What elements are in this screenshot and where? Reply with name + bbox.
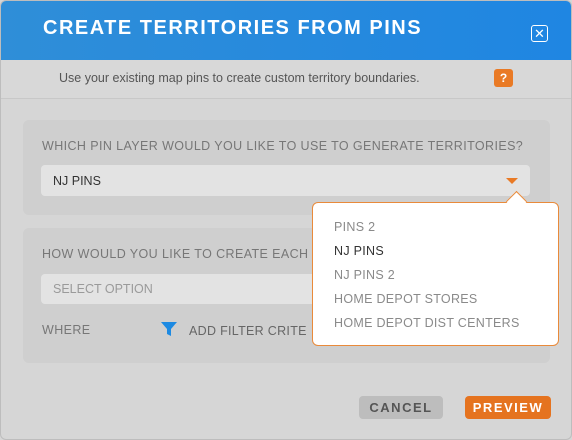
creation-method-placeholder: SELECT OPTION [53,282,153,296]
dropdown-option[interactable]: HOME DEPOT STORES [334,292,478,306]
create-territories-modal: CREATE TERRITORIES FROM PINS ✕ Use your … [0,0,572,440]
pin-layer-select[interactable]: NJ PINS [41,165,530,196]
pin-layer-section: WHICH PIN LAYER WOULD YOU LIKE TO USE TO… [23,120,550,215]
subheader-text: Use your existing map pins to create cus… [59,71,420,85]
dropdown-option[interactable]: NJ PINS 2 [334,268,395,282]
pin-layer-dropdown: PINS 2 NJ PINS NJ PINS 2 HOME DEPOT STOR… [312,190,559,346]
creation-method-label: HOW WOULD YOU LIKE TO CREATE EACH [42,247,309,261]
dropdown-option[interactable]: HOME DEPOT DIST CENTERS [334,316,520,330]
close-icon[interactable]: ✕ [531,25,548,42]
pin-layer-value: NJ PINS [53,174,101,188]
preview-button[interactable]: PREVIEW [465,396,551,419]
modal-header: CREATE TERRITORIES FROM PINS ✕ [1,1,571,60]
modal-title: CREATE TERRITORIES FROM PINS [43,17,423,39]
caret-down-icon [506,178,518,184]
where-label: WHERE [42,323,91,337]
filter-icon[interactable] [160,320,178,338]
help-icon[interactable]: ? [494,69,513,87]
dropdown-option[interactable]: PINS 2 [334,220,375,234]
dropdown-option-selected[interactable]: NJ PINS [334,244,384,258]
modal-subheader: Use your existing map pins to create cus… [1,60,571,99]
cancel-button[interactable]: CANCEL [359,396,443,419]
pin-layer-label: WHICH PIN LAYER WOULD YOU LIKE TO USE TO… [42,139,524,153]
add-filter-criteria[interactable]: ADD FILTER CRITE [189,324,307,338]
